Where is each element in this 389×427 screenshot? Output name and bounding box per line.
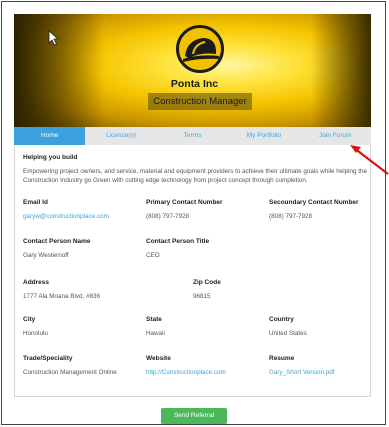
trade-value: Construction Management Online bbox=[23, 369, 117, 376]
country-value: United States bbox=[269, 330, 307, 337]
primary-contact-value: (808) 797-7928 bbox=[146, 213, 190, 220]
company-name: Ponta Inc bbox=[170, 78, 219, 90]
email-link[interactable]: garyw@constructionplace.com bbox=[23, 213, 109, 220]
red-arrow-icon bbox=[350, 145, 389, 175]
company-logo bbox=[176, 25, 224, 73]
email-label: Email Id bbox=[23, 199, 48, 206]
role-badge: Construction Manager bbox=[148, 93, 252, 110]
state-label: State bbox=[146, 316, 162, 323]
contact-name-label: Contact Person Name bbox=[23, 238, 91, 245]
secondary-contact-label: Secoundary Contact Number bbox=[269, 199, 359, 206]
zip-value: 96815 bbox=[193, 293, 211, 300]
send-referral-button[interactable]: Send Referral bbox=[161, 408, 227, 424]
website-label: Website bbox=[146, 355, 171, 362]
address-value: 1777 Ala Moana Blvd, #836 bbox=[23, 293, 101, 300]
contact-title-label: Contact Person Title bbox=[146, 238, 210, 245]
profile-tabs: Home Licence(s) Terms My Portfolio Join … bbox=[14, 127, 371, 145]
mouse-cursor-icon bbox=[48, 30, 60, 46]
hard-hat-logo bbox=[179, 28, 221, 70]
resume-label: Resume bbox=[269, 355, 295, 362]
resume-link[interactable]: Gary_Short Version.pdf bbox=[269, 369, 334, 376]
tab-licences[interactable]: Licence(s) bbox=[85, 127, 156, 145]
profile-details-panel: Helping you build Empowering project own… bbox=[14, 145, 371, 397]
country-label: Country bbox=[269, 316, 294, 323]
city-label: City bbox=[23, 316, 36, 323]
zip-label: Zip Code bbox=[193, 279, 221, 286]
state-value: Hawaii bbox=[146, 330, 165, 337]
tab-terms[interactable]: Terms bbox=[157, 127, 228, 145]
city-value: Honolulu bbox=[23, 330, 48, 337]
about-text: Empowering project owners, and service, … bbox=[23, 168, 368, 184]
primary-contact-label: Primary Contact Number bbox=[146, 199, 223, 206]
contact-name-value: Gary Westernoff bbox=[23, 252, 69, 259]
tab-home[interactable]: Home bbox=[14, 127, 86, 145]
about-heading: Helping you build bbox=[23, 154, 78, 161]
website-link[interactable]: http://Constructionplace.com bbox=[146, 369, 226, 376]
secondary-contact-value: (808) 797-7928 bbox=[269, 213, 313, 220]
address-label: Address bbox=[23, 279, 50, 286]
tab-my-portfolio[interactable]: My Portfolio bbox=[228, 127, 299, 145]
contact-title-value: CEO bbox=[146, 252, 160, 259]
trade-label: Trade/Speciality bbox=[23, 355, 73, 362]
